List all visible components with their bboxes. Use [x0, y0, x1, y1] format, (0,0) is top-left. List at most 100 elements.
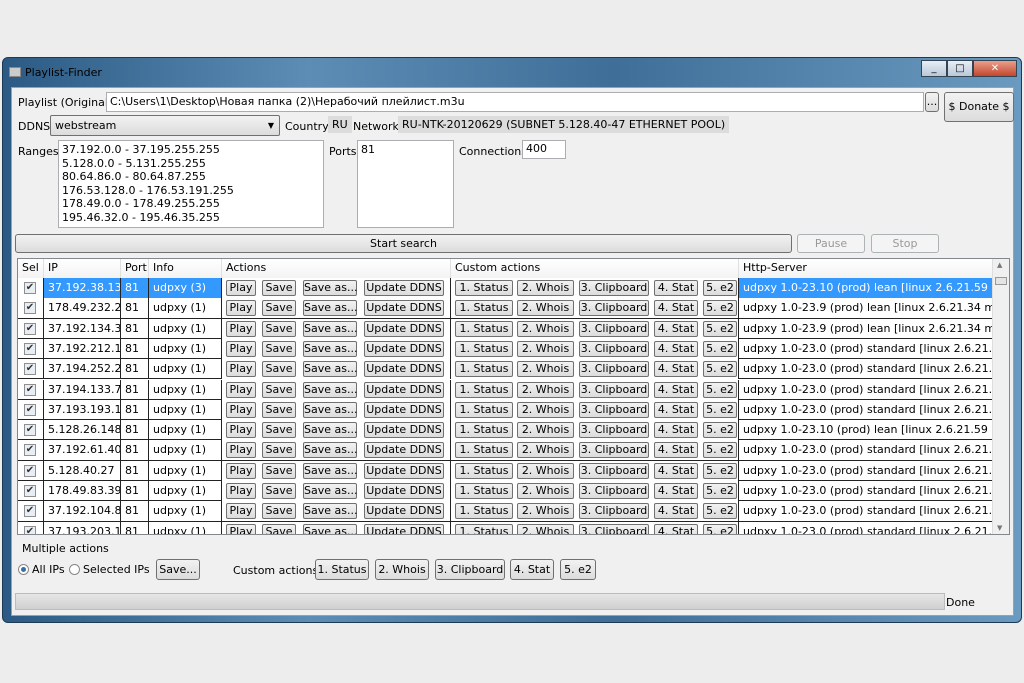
table-row[interactable]: ✔ 37.194.133.76 81 udpxy (1) Play Save Save as… [18, 379, 994, 400]
stat-button[interactable]: 4. Stat [654, 422, 698, 439]
table-row[interactable]: ✔ 37.192.134.32 81 udpxy (1) Play Save Save as… [18, 318, 994, 339]
save-button[interactable]: Save [262, 503, 296, 520]
e2-button[interactable]: 5. e2 [703, 503, 737, 520]
clipboard-button[interactable]: 3. Clipboard [579, 340, 649, 357]
status-button[interactable]: 1. Status [455, 320, 513, 337]
multi-stat-button[interactable]: 4. Stat [510, 559, 554, 580]
save-as-button[interactable]: Save as... [303, 483, 357, 499]
ddns-select[interactable]: webstream ▼ [50, 115, 280, 136]
column-header-ip[interactable]: IP [44, 259, 121, 278]
table-row[interactable]: ✔ 37.192.38.132 81 udpxy (3) Play Save Save as… [18, 278, 994, 299]
table-row[interactable]: ✔ 37.192.212.17781udpxy (1)Play Save Save a… [18, 338, 994, 360]
select-checkbox[interactable]: ✔ [24, 505, 36, 518]
status-button[interactable]: 1. Status [455, 381, 513, 398]
maximize-button[interactable]: □ [947, 60, 973, 77]
update-ddns-button[interactable]: Update DDNS [364, 401, 444, 418]
select-checkbox[interactable]: ✔ [24, 322, 36, 335]
play-button[interactable]: Play [226, 340, 256, 357]
save-as-button[interactable]: Save as... [303, 280, 357, 296]
column-header-custom-actions[interactable]: Custom actions [451, 259, 739, 278]
save-as-button[interactable]: Save as... [303, 320, 357, 337]
start-search-button[interactable]: Start search [15, 234, 792, 253]
e2-button[interactable]: 5. e2 [703, 340, 737, 357]
save-button[interactable]: Save [262, 442, 296, 459]
play-button[interactable]: Play [226, 381, 256, 398]
select-checkbox[interactable]: ✔ [24, 464, 36, 477]
close-button[interactable]: ✕ [973, 60, 1017, 77]
update-ddns-button[interactable]: Update DDNS [364, 422, 444, 439]
clipboard-button[interactable]: 3. Clipboard [579, 422, 649, 439]
save-button[interactable]: Save [262, 422, 296, 439]
donate-button[interactable]: $ Donate $ [944, 92, 1014, 122]
save-as-button[interactable]: Save as... [303, 442, 357, 459]
clipboard-button[interactable]: 3. Clipboard [579, 523, 649, 534]
status-button[interactable]: 1. Status [455, 462, 513, 479]
status-button[interactable]: 1. Status [455, 503, 513, 520]
save-button[interactable]: Save [262, 361, 296, 378]
column-header-http-server[interactable]: Http-Server [739, 259, 994, 278]
status-button[interactable]: 1. Status [455, 280, 513, 296]
stat-button[interactable]: 4. Stat [654, 462, 698, 479]
browse-button[interactable]: ... [925, 92, 939, 112]
clipboard-button[interactable]: 3. Clipboard [579, 503, 649, 520]
e2-button[interactable]: 5. e2 [703, 381, 737, 398]
save-button[interactable]: Save [262, 483, 296, 499]
multi-clipboard-button[interactable]: 3. Clipboard [435, 559, 505, 580]
update-ddns-button[interactable]: Update DDNS [364, 320, 444, 337]
e2-button[interactable]: 5. e2 [703, 300, 737, 317]
status-button[interactable]: 1. Status [455, 483, 513, 499]
stat-button[interactable]: 4. Stat [654, 442, 698, 459]
e2-button[interactable]: 5. e2 [703, 483, 737, 499]
stat-button[interactable]: 4. Stat [654, 300, 698, 317]
whois-button[interactable]: 2. Whois [517, 422, 574, 439]
whois-button[interactable]: 2. Whois [517, 280, 574, 296]
stat-button[interactable]: 4. Stat [654, 280, 698, 296]
e2-button[interactable]: 5. e2 [703, 462, 737, 479]
connections-input[interactable]: 400 [522, 140, 566, 159]
play-button[interactable]: Play [226, 422, 256, 439]
pause-button[interactable]: Pause [797, 234, 865, 253]
column-header-actions[interactable]: Actions [222, 259, 451, 278]
save-as-button[interactable]: Save as... [303, 422, 357, 439]
scroll-up-icon[interactable]: ▲ [997, 261, 1002, 269]
multi-status-button[interactable]: 1. Status [315, 559, 369, 580]
clipboard-button[interactable]: 3. Clipboard [579, 381, 649, 398]
status-button[interactable]: 1. Status [455, 422, 513, 439]
whois-button[interactable]: 2. Whois [517, 320, 574, 337]
select-checkbox[interactable]: ✔ [24, 383, 36, 396]
update-ddns-button[interactable]: Update DDNS [364, 442, 444, 459]
play-button[interactable]: Play [226, 320, 256, 337]
table-row[interactable]: ✔ 37.194.252.24681udpxy (1)Play Save Save a… [18, 359, 994, 380]
stat-button[interactable]: 4. Stat [654, 401, 698, 418]
stat-button[interactable]: 4. Stat [654, 503, 698, 520]
whois-button[interactable]: 2. Whois [517, 442, 574, 459]
play-button[interactable]: Play [226, 300, 256, 317]
status-button[interactable]: 1. Status [455, 340, 513, 357]
select-checkbox[interactable]: ✔ [24, 282, 36, 294]
whois-button[interactable]: 2. Whois [517, 361, 574, 378]
select-checkbox[interactable]: ✔ [24, 363, 36, 376]
save-button[interactable]: Save [262, 401, 296, 418]
selected-ips-radio[interactable]: Selected IPs [69, 563, 150, 576]
update-ddns-button[interactable]: Update DDNS [364, 340, 444, 357]
clipboard-button[interactable]: 3. Clipboard [579, 280, 649, 296]
select-checkbox[interactable]: ✔ [24, 485, 36, 497]
clipboard-button[interactable]: 3. Clipboard [579, 401, 649, 418]
e2-button[interactable]: 5. e2 [703, 442, 737, 459]
select-checkbox[interactable]: ✔ [24, 525, 36, 534]
stat-button[interactable]: 4. Stat [654, 483, 698, 499]
table-row[interactable]: ✔ 5.128.40.27 81 udpxy (1) Play Save Save as..… [18, 460, 994, 481]
stat-button[interactable]: 4. Stat [654, 320, 698, 337]
table-row[interactable]: ✔ 178.49.83.39 81 udpxy (1) Play Save Save as.… [18, 481, 994, 502]
save-button[interactable]: Save [262, 320, 296, 337]
table-row[interactable]: ✔ 37.193.193.19481udpxy (1)Play Save Save a… [18, 399, 994, 421]
select-checkbox[interactable]: ✔ [24, 302, 36, 315]
save-button[interactable]: Save [262, 280, 296, 296]
update-ddns-button[interactable]: Update DDNS [364, 462, 444, 479]
column-header-sel[interactable]: Sel [18, 259, 44, 278]
play-button[interactable]: Play [226, 442, 256, 459]
column-header-port[interactable]: Port [121, 259, 149, 278]
column-header-info[interactable]: Info [149, 259, 222, 278]
table-row[interactable]: ✔ 37.192.61.40 81 udpxy (1) Play Save Save as.… [18, 440, 994, 461]
clipboard-button[interactable]: 3. Clipboard [579, 442, 649, 459]
